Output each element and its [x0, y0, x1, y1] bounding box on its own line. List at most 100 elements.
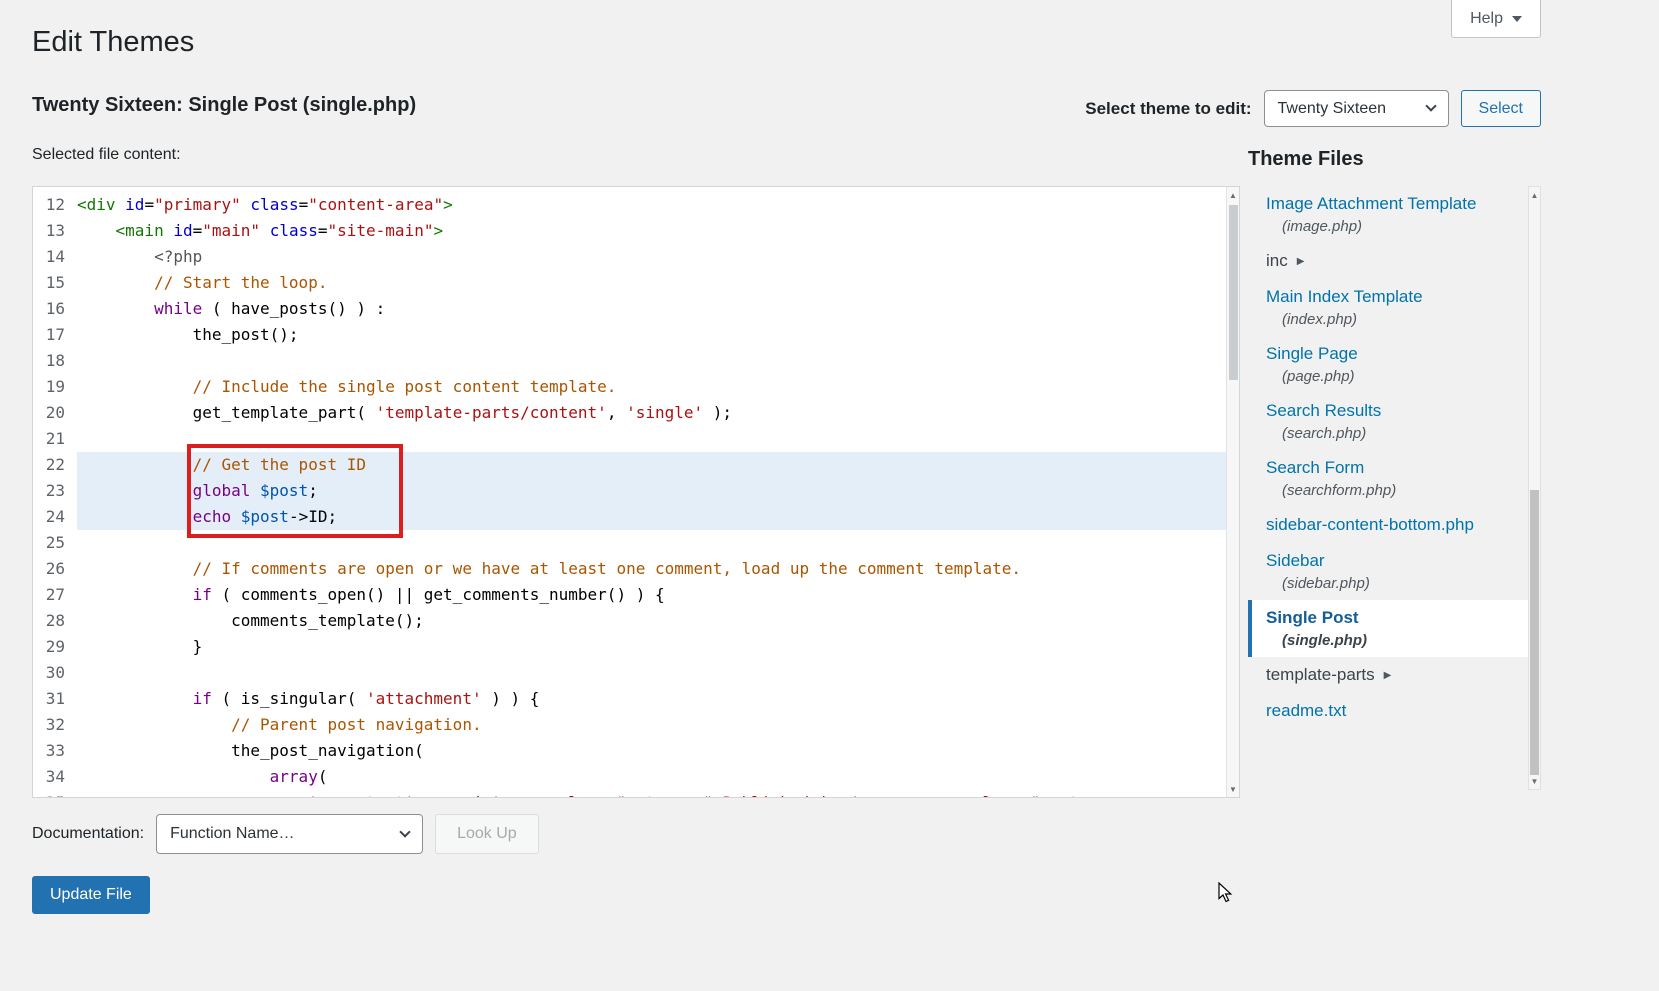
- theme-file-link[interactable]: Single Page: [1266, 344, 1358, 363]
- line-number: 16: [33, 296, 77, 322]
- chevron-down-icon: [399, 826, 410, 837]
- code-line: 17 the_post();: [33, 322, 1226, 348]
- theme-file-item[interactable]: Search Form(searchform.php): [1248, 450, 1528, 507]
- code-line: 24 echo $post->ID;: [33, 504, 1226, 530]
- code-text: if ( comments_open() || get_comments_num…: [77, 582, 1226, 608]
- line-number: 34: [33, 764, 77, 790]
- theme-file-filename: (single.php): [1266, 628, 1528, 649]
- line-number: 26: [33, 556, 77, 582]
- line-number: 28: [33, 608, 77, 634]
- theme-select-label: Select theme to edit:: [1085, 99, 1251, 119]
- documentation-row: Documentation: Function Name… Look Up: [32, 814, 539, 854]
- theme-file-link[interactable]: Image Attachment Template: [1266, 194, 1476, 213]
- theme-file-item[interactable]: Single Page(page.php): [1248, 336, 1528, 393]
- theme-file-item[interactable]: Sidebar(sidebar.php): [1248, 543, 1528, 600]
- theme-selector: Select theme to edit: Twenty Sixteen Sel…: [1085, 90, 1541, 127]
- code-line: 34 array(: [33, 764, 1226, 790]
- documentation-label: Documentation:: [32, 825, 144, 843]
- editor-scrollbar-thumb[interactable]: [1229, 205, 1238, 380]
- lookup-button[interactable]: Look Up: [435, 814, 539, 854]
- line-number: 18: [33, 348, 77, 374]
- chevron-down-icon: [1425, 100, 1436, 111]
- line-number: 31: [33, 686, 77, 712]
- line-number: 23: [33, 478, 77, 504]
- theme-files-list: Image Attachment Template(image.php)inc▶…: [1248, 186, 1528, 729]
- code-line: 33 the_post_navigation(: [33, 738, 1226, 764]
- edit-themes-page: { "page": { "title": "Edit Themes", "sub…: [0, 0, 1659, 991]
- selected-file-content-label: Selected file content:: [32, 146, 181, 164]
- code-line: 16 while ( have_posts() ) :: [33, 296, 1226, 322]
- theme-folder-item[interactable]: inc▶: [1248, 243, 1528, 279]
- code-editor[interactable]: 12<div id="primary" class="content-area"…: [32, 186, 1240, 798]
- theme-file-link[interactable]: inc: [1266, 251, 1288, 271]
- code-text: [77, 348, 1226, 374]
- code-line: 28 comments_template();: [33, 608, 1226, 634]
- code-line: 32 // Parent post navigation.: [33, 712, 1226, 738]
- code-text: the_post_navigation(: [77, 738, 1226, 764]
- theme-file-item[interactable]: readme.txt: [1248, 693, 1528, 729]
- scroll-down-arrow-icon[interactable]: ▼: [1227, 782, 1239, 796]
- theme-file-item[interactable]: Search Results(search.php): [1248, 393, 1528, 450]
- select-theme-button[interactable]: Select: [1461, 90, 1541, 127]
- code-line: 20 get_template_part( 'template-parts/co…: [33, 400, 1226, 426]
- line-number: 20: [33, 400, 77, 426]
- code-line: 13 <main id="main" class="site-main">: [33, 218, 1226, 244]
- code-line: 26 // If comments are open or we have at…: [33, 556, 1226, 582]
- theme-folder-item[interactable]: template-parts ▶: [1248, 657, 1528, 693]
- scroll-up-arrow-icon[interactable]: ▲: [1227, 188, 1239, 202]
- line-number: 30: [33, 660, 77, 686]
- theme-file-item[interactable]: Main Index Template(index.php): [1248, 279, 1528, 336]
- help-label: Help: [1470, 10, 1503, 28]
- code-lines: 12<div id="primary" class="content-area"…: [33, 187, 1226, 798]
- code-text: <div id="primary" class="content-area">: [77, 192, 1226, 218]
- update-file-button[interactable]: Update File: [32, 876, 150, 914]
- editor-scrollbar[interactable]: ▲ ▼: [1226, 187, 1239, 797]
- code-line: 18: [33, 348, 1226, 374]
- scroll-up-arrow-icon[interactable]: ▲: [1529, 188, 1540, 202]
- line-number: 24: [33, 504, 77, 530]
- theme-file-link[interactable]: readme.txt: [1266, 701, 1346, 720]
- theme-files-scrollbar-thumb[interactable]: [1530, 490, 1539, 775]
- theme-select-dropdown[interactable]: Twenty Sixteen: [1264, 90, 1449, 127]
- page-title: Edit Themes: [32, 26, 194, 59]
- theme-files-title: Theme Files: [1248, 148, 1364, 171]
- line-number: 19: [33, 374, 77, 400]
- line-number: 13: [33, 218, 77, 244]
- theme-file-filename: (page.php): [1266, 364, 1528, 385]
- line-number: 22: [33, 452, 77, 478]
- line-number: 29: [33, 634, 77, 660]
- theme-file-link[interactable]: Main Index Template: [1266, 287, 1423, 306]
- line-number: 14: [33, 244, 77, 270]
- theme-file-link[interactable]: template-parts: [1266, 665, 1375, 685]
- code-line: 30: [33, 660, 1226, 686]
- code-line: 21: [33, 426, 1226, 452]
- theme-files-scrollbar[interactable]: ▲ ▼: [1528, 186, 1541, 790]
- code-text: array(: [77, 764, 1226, 790]
- function-name-dropdown[interactable]: Function Name…: [156, 814, 423, 854]
- theme-file-filename: (searchform.php): [1266, 478, 1528, 499]
- code-text: // Start the loop.: [77, 270, 1226, 296]
- code-text: [77, 660, 1226, 686]
- theme-file-link[interactable]: Search Form: [1266, 458, 1364, 477]
- theme-file-filename: (sidebar.php): [1266, 571, 1528, 592]
- current-file-title: Twenty Sixteen: Single Post (single.php): [32, 94, 416, 117]
- folder-expand-icon: ▶: [1384, 670, 1392, 681]
- theme-file-link[interactable]: sidebar-content-bottom.php: [1266, 515, 1474, 534]
- code-text: [77, 426, 1226, 452]
- help-tab[interactable]: Help: [1451, 0, 1541, 38]
- theme-file-link[interactable]: Single Post: [1266, 608, 1359, 627]
- code-text: comments_template();: [77, 608, 1226, 634]
- code-text: // Parent post navigation.: [77, 712, 1226, 738]
- scroll-down-arrow-icon[interactable]: ▼: [1529, 774, 1540, 788]
- theme-file-link[interactable]: Search Results: [1266, 401, 1381, 420]
- theme-file-item[interactable]: Single Post(single.php): [1248, 600, 1528, 657]
- line-number: 35: [33, 790, 77, 798]
- theme-file-link[interactable]: Sidebar: [1266, 551, 1325, 570]
- code-line: 29 }: [33, 634, 1226, 660]
- theme-file-filename: (search.php): [1266, 421, 1528, 442]
- mouse-cursor-icon: [1218, 882, 1238, 904]
- theme-file-item[interactable]: Image Attachment Template(image.php): [1248, 186, 1528, 243]
- function-name-value: Function Name…: [170, 825, 295, 843]
- code-line: 22 // Get the post ID: [33, 452, 1226, 478]
- theme-file-item[interactable]: sidebar-content-bottom.php: [1248, 507, 1528, 543]
